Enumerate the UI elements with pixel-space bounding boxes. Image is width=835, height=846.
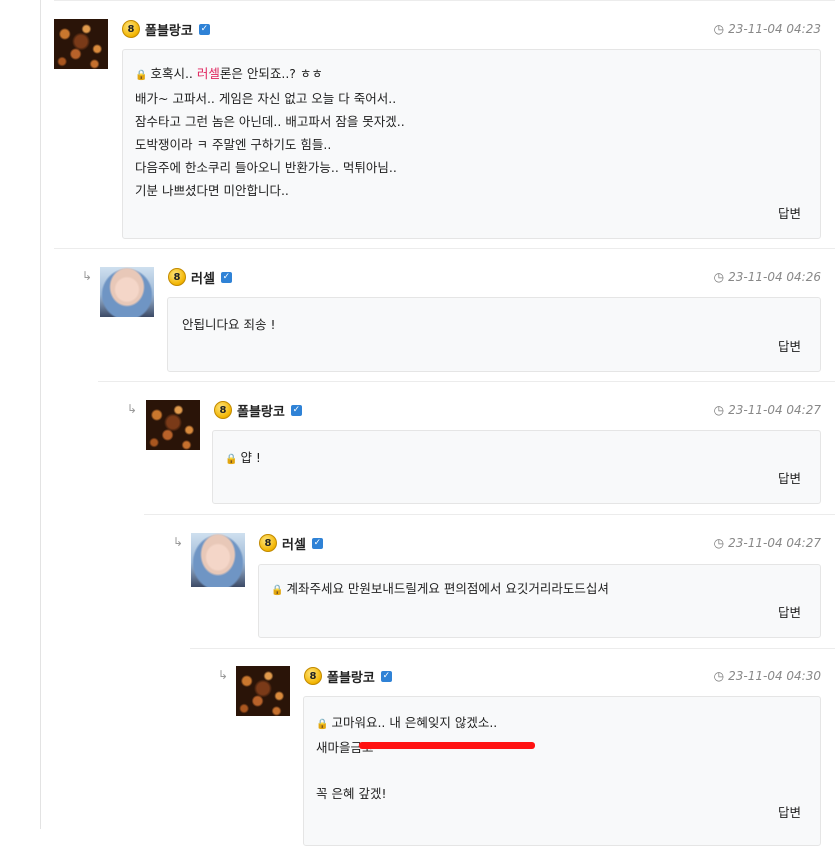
reply-arrow-icon: ↳ [218, 668, 229, 682]
divider [190, 648, 835, 649]
text-suffix: 론은 안되죠..? ㅎㅎ [219, 66, 323, 81]
username[interactable]: 러셀 [191, 268, 215, 287]
level-badge-icon: 8 [168, 268, 186, 286]
comment-datetime: ◷ 23-11-04 04:27 [714, 400, 821, 420]
text-prefix: 호혹시.. [150, 66, 197, 81]
comment-text: 🔒 호혹시.. 러셀론은 안되죠..? ㅎㅎ 배가~ 고파서.. 게임은 자신 없… [135, 62, 405, 202]
level-badge-icon: 8 [122, 20, 140, 38]
comment-header: 8 폴블랑코 ✓ [304, 666, 392, 686]
comment-text: 🔒 얍 ! [225, 446, 261, 471]
datetime-text: 23-11-04 04:30 [728, 669, 821, 683]
clock-icon: ◷ [713, 669, 725, 683]
text-line: 배가~ 고파서.. 게임은 자신 없고 오늘 다 죽어서.. [135, 91, 397, 106]
level-badge-icon: 8 [304, 667, 322, 685]
redaction-mark [359, 742, 535, 749]
mention-highlight: 러셀 [196, 66, 220, 81]
divider [54, 0, 835, 1]
text-line: 도박쟁이라 ㅋ 주말엔 구하기도 힘들.. [135, 137, 332, 152]
verified-check-icon: ✓ [290, 404, 302, 416]
comment: 8 러셀 ✓ ◷ 23-11-04 04:27 🔒 계좌주세요 만원보내드릴게요 … [191, 533, 821, 638]
text-line: 기분 나쁘셨다면 미안합니다.. [135, 183, 289, 198]
divider [98, 381, 835, 382]
comment-header: 8 러셀 ✓ [168, 267, 232, 287]
avatar[interactable] [100, 267, 154, 317]
divider [144, 514, 835, 515]
comment-datetime: ◷ 23-11-04 04:30 [714, 666, 821, 686]
comment-text: 🔒 계좌주세요 만원보내드릴게요 편의점에서 요깃거리라도드십셔 [271, 577, 609, 602]
text-line: 고마워요.. 내 은혜잊지 않겠소.. [331, 715, 498, 730]
comment-datetime: ◷ 23-11-04 04:27 [714, 533, 821, 553]
text-line: 안됩니다요 죄송 ! [182, 317, 276, 332]
verified-check-icon: ✓ [198, 23, 210, 35]
avatar[interactable] [146, 400, 200, 450]
text-line: 계좌주세요 만원보내드릴게요 편의점에서 요깃거리라도드십셔 [286, 581, 609, 596]
datetime-text: 23-11-04 04:27 [728, 536, 821, 550]
comment: 8 폴블랑코 ✓ ◷ 23-11-04 04:23 🔒 호혹시.. 러셀론은 안되… [54, 19, 821, 239]
comment-body: 🔒 고마워요.. 내 은혜잊지 않겠소.. 새마을금고 꼭 은혜 갚겠! 답변 [303, 696, 821, 846]
text-line: 얍 ! [240, 450, 261, 465]
reply-button[interactable]: 답변 [778, 802, 801, 821]
reply-button[interactable]: 답변 [778, 203, 801, 222]
datetime-text: 23-11-04 04:23 [728, 22, 821, 36]
avatar[interactable] [191, 533, 245, 587]
reply-arrow-icon: ↳ [173, 535, 184, 549]
left-rule [40, 0, 41, 829]
comment-body: 🔒 얍 ! 답변 [212, 430, 821, 504]
text-line: 다음주에 한소쿠리 들아오니 반환가능.. 먹튀아님.. [135, 160, 397, 175]
comment-body: 안됩니다요 죄송 ! 답변 [167, 297, 821, 372]
avatar[interactable] [54, 19, 108, 69]
comment-header: 8 폴블랑코 ✓ [122, 19, 210, 39]
reply-arrow-icon: ↳ [82, 269, 93, 283]
datetime-text: 23-11-04 04:27 [728, 403, 821, 417]
comment-header: 8 폴블랑코 ✓ [214, 400, 302, 420]
divider [54, 248, 835, 249]
datetime-text: 23-11-04 04:26 [728, 270, 821, 284]
clock-icon: ◷ [713, 22, 725, 36]
comment-datetime: ◷ 23-11-04 04:23 [714, 19, 821, 39]
username[interactable]: 러셀 [282, 534, 306, 553]
clock-icon: ◷ [713, 270, 725, 284]
reply-button[interactable]: 답변 [778, 336, 801, 355]
level-badge-icon: 8 [259, 534, 277, 552]
comment: 8 러셀 ✓ ◷ 23-11-04 04:26 안됩니다요 죄송 ! 답변 [100, 267, 821, 372]
comment-header: 8 러셀 ✓ [259, 533, 323, 553]
verified-check-icon: ✓ [220, 271, 232, 283]
comment-text: 안됩니다요 죄송 ! [182, 313, 275, 336]
avatar[interactable] [236, 666, 290, 716]
verified-check-icon: ✓ [311, 537, 323, 549]
lock-icon: 🔒 [316, 719, 329, 730]
comment: 8 폴블랑코 ✓ ◷ 23-11-04 04:30 🔒 고마워요.. 내 은혜잊지… [236, 666, 821, 846]
lock-icon: 🔒 [225, 454, 238, 465]
comment-text: 🔒 고마워요.. 내 은혜잊지 않겠소.. 새마을금고 꼭 은혜 갚겠! [316, 711, 497, 805]
username[interactable]: 폴블랑코 [327, 667, 375, 686]
reply-button[interactable]: 답변 [778, 468, 801, 487]
lock-icon: 🔒 [135, 70, 148, 81]
clock-icon: ◷ [713, 536, 725, 550]
comment: 8 폴블랑코 ✓ ◷ 23-11-04 04:27 🔒 얍 ! 답변 [146, 400, 821, 504]
reply-button[interactable]: 답변 [778, 602, 801, 621]
comment-body: 🔒 호혹시.. 러셀론은 안되죠..? ㅎㅎ 배가~ 고파서.. 게임은 자신 없… [122, 49, 821, 239]
clock-icon: ◷ [713, 403, 725, 417]
username[interactable]: 폴블랑코 [237, 401, 285, 420]
level-badge-icon: 8 [214, 401, 232, 419]
text-line: 꼭 은혜 갚겠! [316, 786, 387, 801]
reply-arrow-icon: ↳ [127, 402, 138, 416]
lock-icon: 🔒 [271, 585, 284, 596]
verified-check-icon: ✓ [380, 670, 392, 682]
comment-body: 🔒 계좌주세요 만원보내드릴게요 편의점에서 요깃거리라도드십셔 답변 [258, 564, 821, 638]
text-line: 잠수타고 그런 놈은 아닌데.. 배고파서 잠을 못자겠.. [135, 114, 405, 129]
username[interactable]: 폴블랑코 [145, 20, 193, 39]
comment-datetime: ◷ 23-11-04 04:26 [714, 267, 821, 287]
